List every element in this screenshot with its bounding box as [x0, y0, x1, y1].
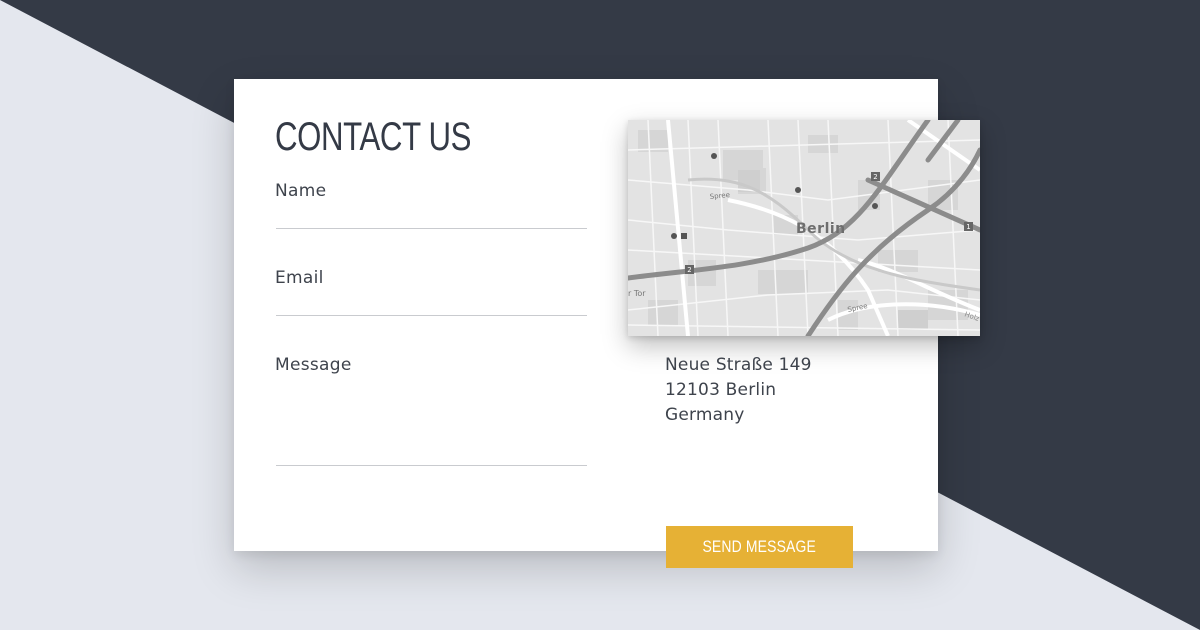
- svg-text:2: 2: [687, 266, 691, 274]
- address-block: Neue Straße 149 12103 Berlin Germany: [665, 353, 812, 428]
- svg-text:1: 1: [966, 223, 970, 231]
- email-label: Email: [275, 268, 324, 288]
- location-map[interactable]: 2 2 1 Berlin Spree Spree r Tor Holz: [628, 120, 980, 336]
- svg-text:2: 2: [873, 173, 877, 181]
- address-postal-city: 12103 Berlin: [665, 380, 777, 400]
- email-input[interactable]: [276, 301, 587, 316]
- transit-icon: [671, 233, 677, 239]
- address-street: Neue Straße 149: [665, 355, 812, 375]
- send-message-label: SEND MESSAGE: [702, 537, 817, 556]
- transit-icon: [872, 203, 878, 209]
- message-label: Message: [275, 355, 352, 375]
- message-textarea[interactable]: [276, 385, 587, 466]
- city-label: Berlin: [796, 221, 846, 237]
- transit-icon: [711, 153, 717, 159]
- page-title: CONTACT US: [275, 115, 472, 159]
- address-country: Germany: [665, 405, 745, 425]
- name-input[interactable]: [276, 214, 587, 229]
- send-message-button[interactable]: SEND MESSAGE: [666, 526, 853, 568]
- street-label: r Tor: [628, 289, 646, 298]
- bus-icon: [681, 233, 687, 239]
- map-canvas: 2 2 1 Berlin Spree Spree r Tor Holz: [628, 120, 980, 336]
- transit-icon: [795, 187, 801, 193]
- name-label: Name: [275, 181, 327, 201]
